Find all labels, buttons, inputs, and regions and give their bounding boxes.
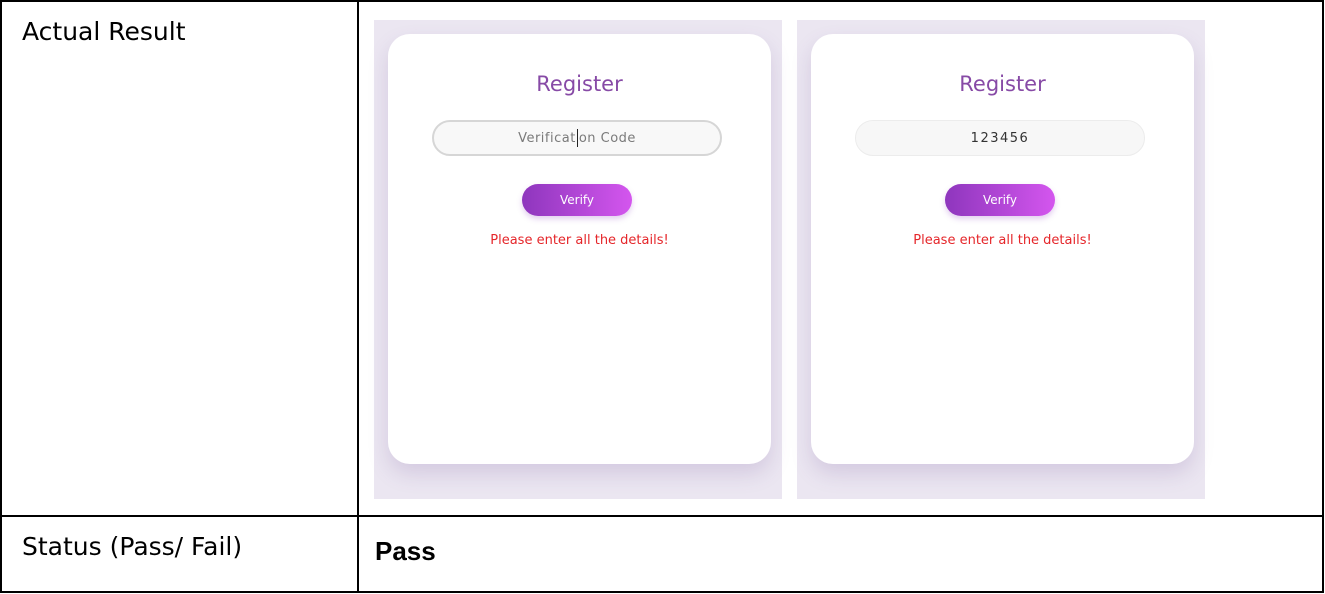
input-value: 123456 [970, 130, 1030, 146]
input-placeholder-part-2: on Code [578, 130, 636, 146]
actual-result-label: Actual Result [22, 17, 186, 46]
actual-result-label-cell: Actual Result [0, 0, 359, 517]
actual-result-cell: Register Verificat on Code Verify Please … [357, 0, 1324, 517]
verify-button[interactable]: Verify [945, 184, 1055, 216]
status-value-cell: Pass [357, 515, 1324, 593]
verification-code-input[interactable]: 123456 [855, 120, 1145, 156]
screenshot-2: Register 123456 Verify Please enter all … [797, 20, 1205, 499]
status-label-cell: Status (Pass/ Fail) [0, 515, 359, 593]
row-status: Status (Pass/ Fail) Pass [0, 515, 1324, 593]
input-placeholder-part-1: Verificat [518, 130, 576, 146]
text-caret [576, 129, 578, 147]
verification-code-input[interactable]: Verificat on Code [432, 120, 722, 156]
error-message: Please enter all the details! [913, 233, 1092, 248]
register-title: Register [536, 72, 623, 96]
register-title: Register [959, 72, 1046, 96]
row-actual-result: Actual Result Register Verificat on Code … [0, 0, 1324, 517]
register-card: Register Verificat on Code Verify Please … [388, 34, 771, 464]
status-label: Status (Pass/ Fail) [22, 532, 243, 561]
register-card: Register 123456 Verify Please enter all … [811, 34, 1194, 464]
status-value: Pass [375, 536, 436, 566]
test-case-table: Actual Result Register Verificat on Code … [0, 0, 1324, 593]
screenshot-1: Register Verificat on Code Verify Please … [374, 20, 782, 499]
verify-button[interactable]: Verify [522, 184, 632, 216]
error-message: Please enter all the details! [490, 233, 669, 248]
